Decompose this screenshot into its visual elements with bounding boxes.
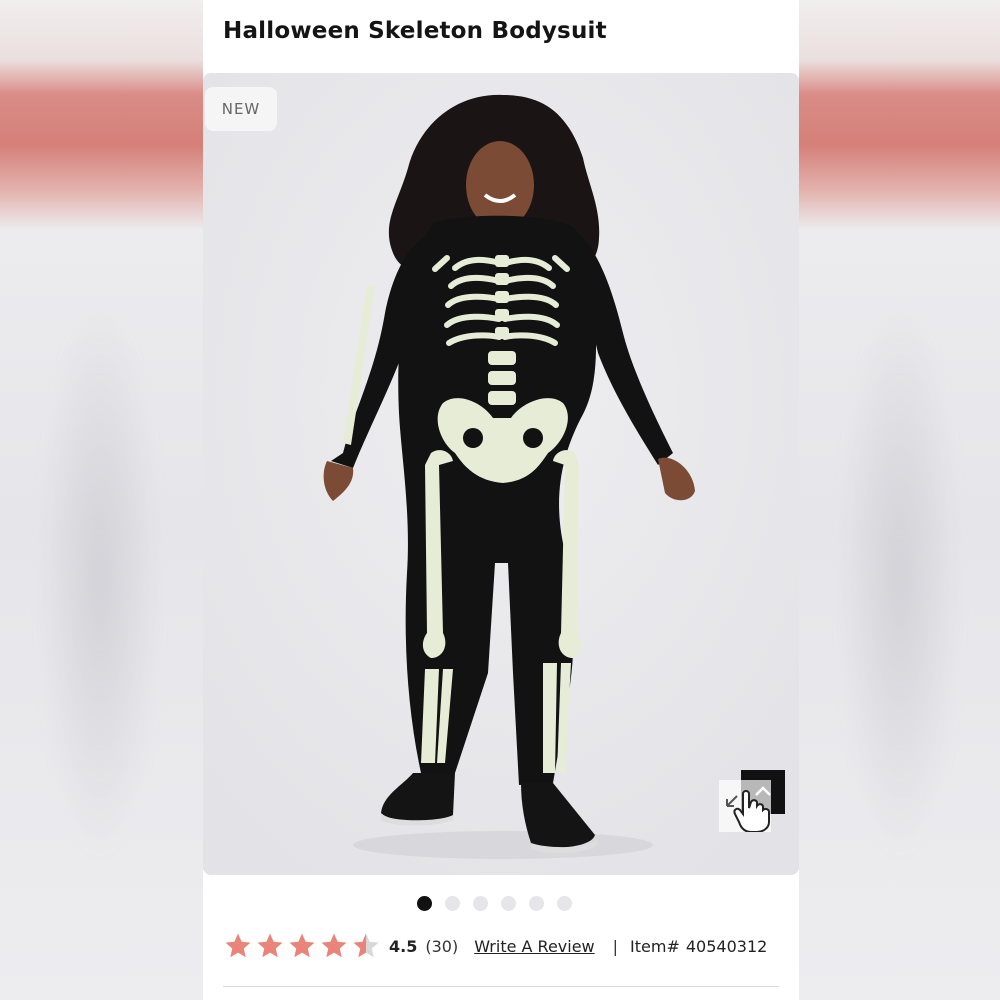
rating-value: 4.5	[389, 936, 418, 956]
backdrop-blur-right	[840, 300, 960, 860]
carousel-dot-4[interactable]	[501, 896, 516, 911]
star-icon	[289, 933, 315, 958]
carousel-dot-2[interactable]	[445, 896, 460, 911]
carousel-dot-1[interactable]	[417, 896, 432, 911]
hand-pointer-icon	[733, 790, 770, 832]
item-label: Item#	[630, 936, 680, 956]
review-count[interactable]: (30)	[425, 937, 458, 956]
carousel-dot-6[interactable]	[557, 896, 572, 911]
carousel-dot-5[interactable]	[529, 896, 544, 911]
product-image-carousel[interactable]: NEW	[203, 73, 799, 875]
new-badge: NEW	[205, 87, 277, 131]
product-photo	[203, 73, 799, 875]
half-star-icon	[353, 933, 379, 958]
product-panel: Halloween Skeleton Bodysuit NEW 4.5 (30)…	[203, 0, 799, 1000]
carousel-dots	[417, 896, 572, 911]
separator: |	[612, 936, 619, 956]
star-icon	[257, 933, 283, 958]
zoom-control[interactable]	[719, 776, 775, 832]
star-rating	[223, 931, 381, 961]
divider	[223, 986, 779, 987]
star-icon	[321, 933, 347, 958]
write-review-link[interactable]: Write A Review	[474, 937, 594, 956]
backdrop-blur-left	[40, 300, 160, 860]
item-number: 40540312	[685, 936, 768, 956]
product-title: Halloween Skeleton Bodysuit	[223, 18, 607, 44]
carousel-dot-3[interactable]	[473, 896, 488, 911]
rating-row: 4.5 (30) Write A Review | Item# 40540312	[223, 928, 767, 964]
star-icon	[225, 933, 251, 958]
